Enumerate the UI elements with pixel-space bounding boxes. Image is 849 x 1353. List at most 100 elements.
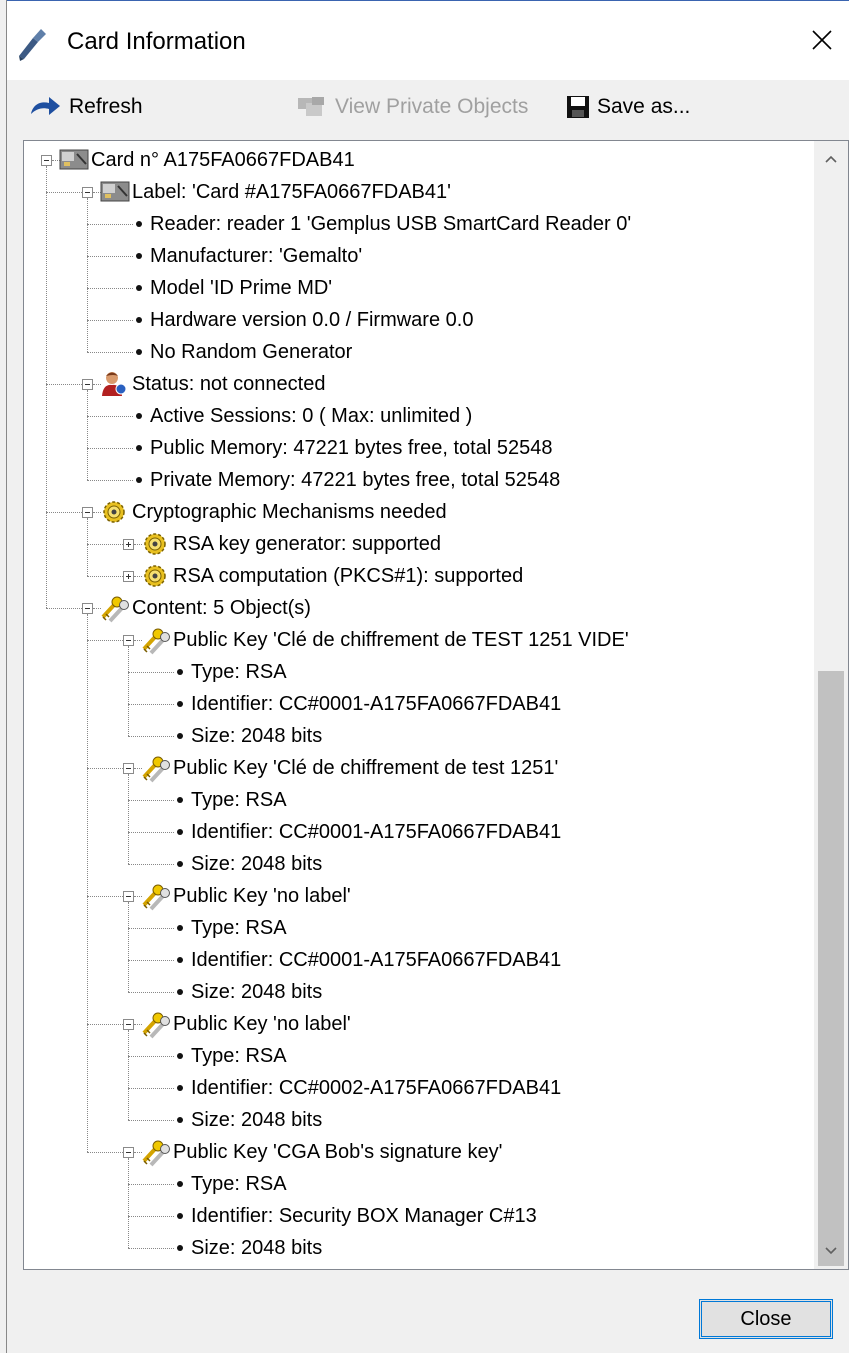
collapse-minus-icon[interactable]	[82, 507, 93, 518]
bullet-icon	[136, 221, 142, 227]
view-private-objects-button[interactable]: View Private Objects	[295, 90, 528, 124]
bullet-icon	[177, 701, 183, 707]
window-title: Card Information	[67, 28, 246, 55]
scroll-down-button[interactable]	[814, 1233, 848, 1269]
window-close-button[interactable]	[800, 18, 844, 62]
bullet-icon	[177, 1181, 183, 1187]
bullet-icon	[177, 733, 183, 739]
tree-node[interactable]: Public Key 'Clé de chiffrement de test 1…	[173, 753, 558, 783]
tree-node[interactable]: Cryptographic Mechanisms needed	[132, 497, 447, 527]
tree-leaf-item[interactable]: Size: 2048 bits	[191, 977, 322, 1007]
gear-mechanism-icon	[141, 563, 171, 589]
usb-key-icon	[19, 29, 46, 61]
tree-node[interactable]: Content: 5 Object(s)	[132, 593, 311, 623]
scroll-up-button[interactable]	[814, 141, 848, 177]
bullet-icon	[136, 413, 142, 419]
close-icon	[812, 30, 832, 50]
save-as-button[interactable]: Save as...	[565, 90, 690, 124]
collapse-minus-icon[interactable]	[82, 379, 93, 390]
bullet-icon	[177, 861, 183, 867]
keys-icon	[100, 595, 130, 623]
keys-icon	[141, 1139, 171, 1167]
collapse-minus-icon[interactable]	[123, 763, 134, 774]
close-button-label: Close	[740, 1307, 792, 1330]
floppy-disk-icon	[567, 96, 589, 118]
user-status-icon	[100, 371, 130, 397]
tree-leaf-item[interactable]: Identifier: Security BOX Manager C#13	[191, 1201, 537, 1231]
tree-leaf-item[interactable]: Identifier: CC#0001-A175FA0667FDAB41	[191, 945, 561, 975]
bullet-icon	[177, 925, 183, 931]
tree-node[interactable]: RSA key generator: supported	[173, 529, 441, 559]
close-button[interactable]: Close	[699, 1299, 833, 1339]
bullet-icon	[136, 445, 142, 451]
bullet-icon	[136, 253, 142, 259]
gear-mechanism-icon	[141, 531, 171, 557]
tree-leaf-item[interactable]: Identifier: CC#0002-A175FA0667FDAB41	[191, 1073, 561, 1103]
gear-mechanism-icon	[100, 499, 130, 525]
tree-node[interactable]: Public Key 'Clé de chiffrement de TEST 1…	[173, 625, 629, 655]
tree-leaf-item[interactable]: Type: RSA	[191, 913, 287, 943]
toolbar: Refresh View Private Objects Save as...	[7, 80, 849, 134]
tree-leaf-item[interactable]: Identifier: CC#0001-A175FA0667FDAB41	[191, 817, 561, 847]
tree-content: Card n° A175FA0667FDAB41 Label: 'Card #A1…	[24, 141, 814, 1269]
smart-card-icon	[59, 147, 89, 173]
bullet-icon	[177, 1085, 183, 1091]
tree-leaf-item[interactable]: Reader: reader 1 'Gemplus USB SmartCard …	[150, 209, 631, 239]
bullet-icon	[177, 1053, 183, 1059]
save-as-label: Save as...	[597, 95, 691, 118]
tree-leaf-item[interactable]: Size: 2048 bits	[191, 721, 322, 751]
collapse-minus-icon[interactable]	[123, 891, 134, 902]
collapse-minus-icon[interactable]	[123, 1147, 134, 1158]
bullet-icon	[177, 1213, 183, 1219]
tree-leaf-item[interactable]: Public Memory: 47221 bytes free, total 5…	[150, 433, 552, 463]
bullet-icon	[177, 797, 183, 803]
tree-leaf-item[interactable]: Identifier: CC#0001-A175FA0667FDAB41	[191, 689, 561, 719]
tree-leaf-item[interactable]: No Random Generator	[150, 337, 352, 367]
tree-node[interactable]: Public Key 'no label'	[173, 881, 351, 911]
keys-icon	[141, 883, 171, 911]
tree-node[interactable]: Public Key 'no label'	[173, 1009, 351, 1039]
tree-leaf-item[interactable]: Type: RSA	[191, 785, 287, 815]
smart-card-icon	[100, 179, 130, 205]
card-info-tree[interactable]: Card n° A175FA0667FDAB41 Label: 'Card #A1…	[23, 140, 849, 1270]
bullet-icon	[136, 317, 142, 323]
tree-leaf-item[interactable]: Private Memory: 47221 bytes free, total …	[150, 465, 560, 495]
expand-plus-icon[interactable]	[123, 539, 134, 550]
collapse-minus-icon[interactable]	[82, 603, 93, 614]
bullet-icon	[136, 477, 142, 483]
bullet-icon	[177, 957, 183, 963]
tree-node[interactable]: Public Key 'CGA Bob's signature key'	[173, 1137, 502, 1167]
bullet-icon	[177, 989, 183, 995]
tree-leaf-item[interactable]: Type: RSA	[191, 1041, 287, 1071]
tree-leaf-item[interactable]: Type: RSA	[191, 657, 287, 687]
tree-leaf-item[interactable]: Size: 2048 bits	[191, 1233, 322, 1263]
tree-node[interactable]: Label: 'Card #A175FA0667FDAB41'	[132, 177, 451, 207]
keys-icon	[141, 627, 171, 655]
tree-leaf-item[interactable]: Size: 2048 bits	[191, 849, 322, 879]
bullet-icon	[136, 349, 142, 355]
bullet-icon	[177, 829, 183, 835]
tree-leaf-item[interactable]: Model 'ID Prime MD'	[150, 273, 332, 303]
tree-leaf-item[interactable]: Type: RSA	[191, 1169, 287, 1199]
tree-leaf-item[interactable]: Active Sessions: 0 ( Max: unlimited )	[150, 401, 472, 431]
collapse-minus-icon[interactable]	[123, 1019, 134, 1030]
tree-node[interactable]: Card n° A175FA0667FDAB41	[91, 145, 355, 175]
refresh-label: Refresh	[69, 95, 143, 118]
refresh-arrow-icon	[31, 97, 60, 115]
tree-leaf-item[interactable]: Hardware version 0.0 / Firmware 0.0	[150, 305, 473, 335]
bullet-icon	[177, 1117, 183, 1123]
refresh-button[interactable]: Refresh	[27, 90, 143, 124]
private-objects-icon	[298, 97, 324, 116]
scroll-thumb[interactable]	[818, 671, 844, 1266]
collapse-minus-icon[interactable]	[82, 187, 93, 198]
tree-node[interactable]: Status: not connected	[132, 369, 325, 399]
expand-plus-icon[interactable]	[123, 571, 134, 582]
tree-node[interactable]: RSA computation (PKCS#1): supported	[173, 561, 523, 591]
tree-leaf-item[interactable]: Size: 2048 bits	[191, 1105, 322, 1135]
collapse-minus-icon[interactable]	[123, 635, 134, 646]
vertical-scrollbar[interactable]	[814, 141, 848, 1269]
card-information-dialog: Card Information Refresh View Private Ob…	[6, 0, 849, 1353]
keys-icon	[141, 755, 171, 783]
collapse-minus-icon[interactable]	[41, 155, 52, 166]
tree-leaf-item[interactable]: Manufacturer: 'Gemalto'	[150, 241, 362, 271]
